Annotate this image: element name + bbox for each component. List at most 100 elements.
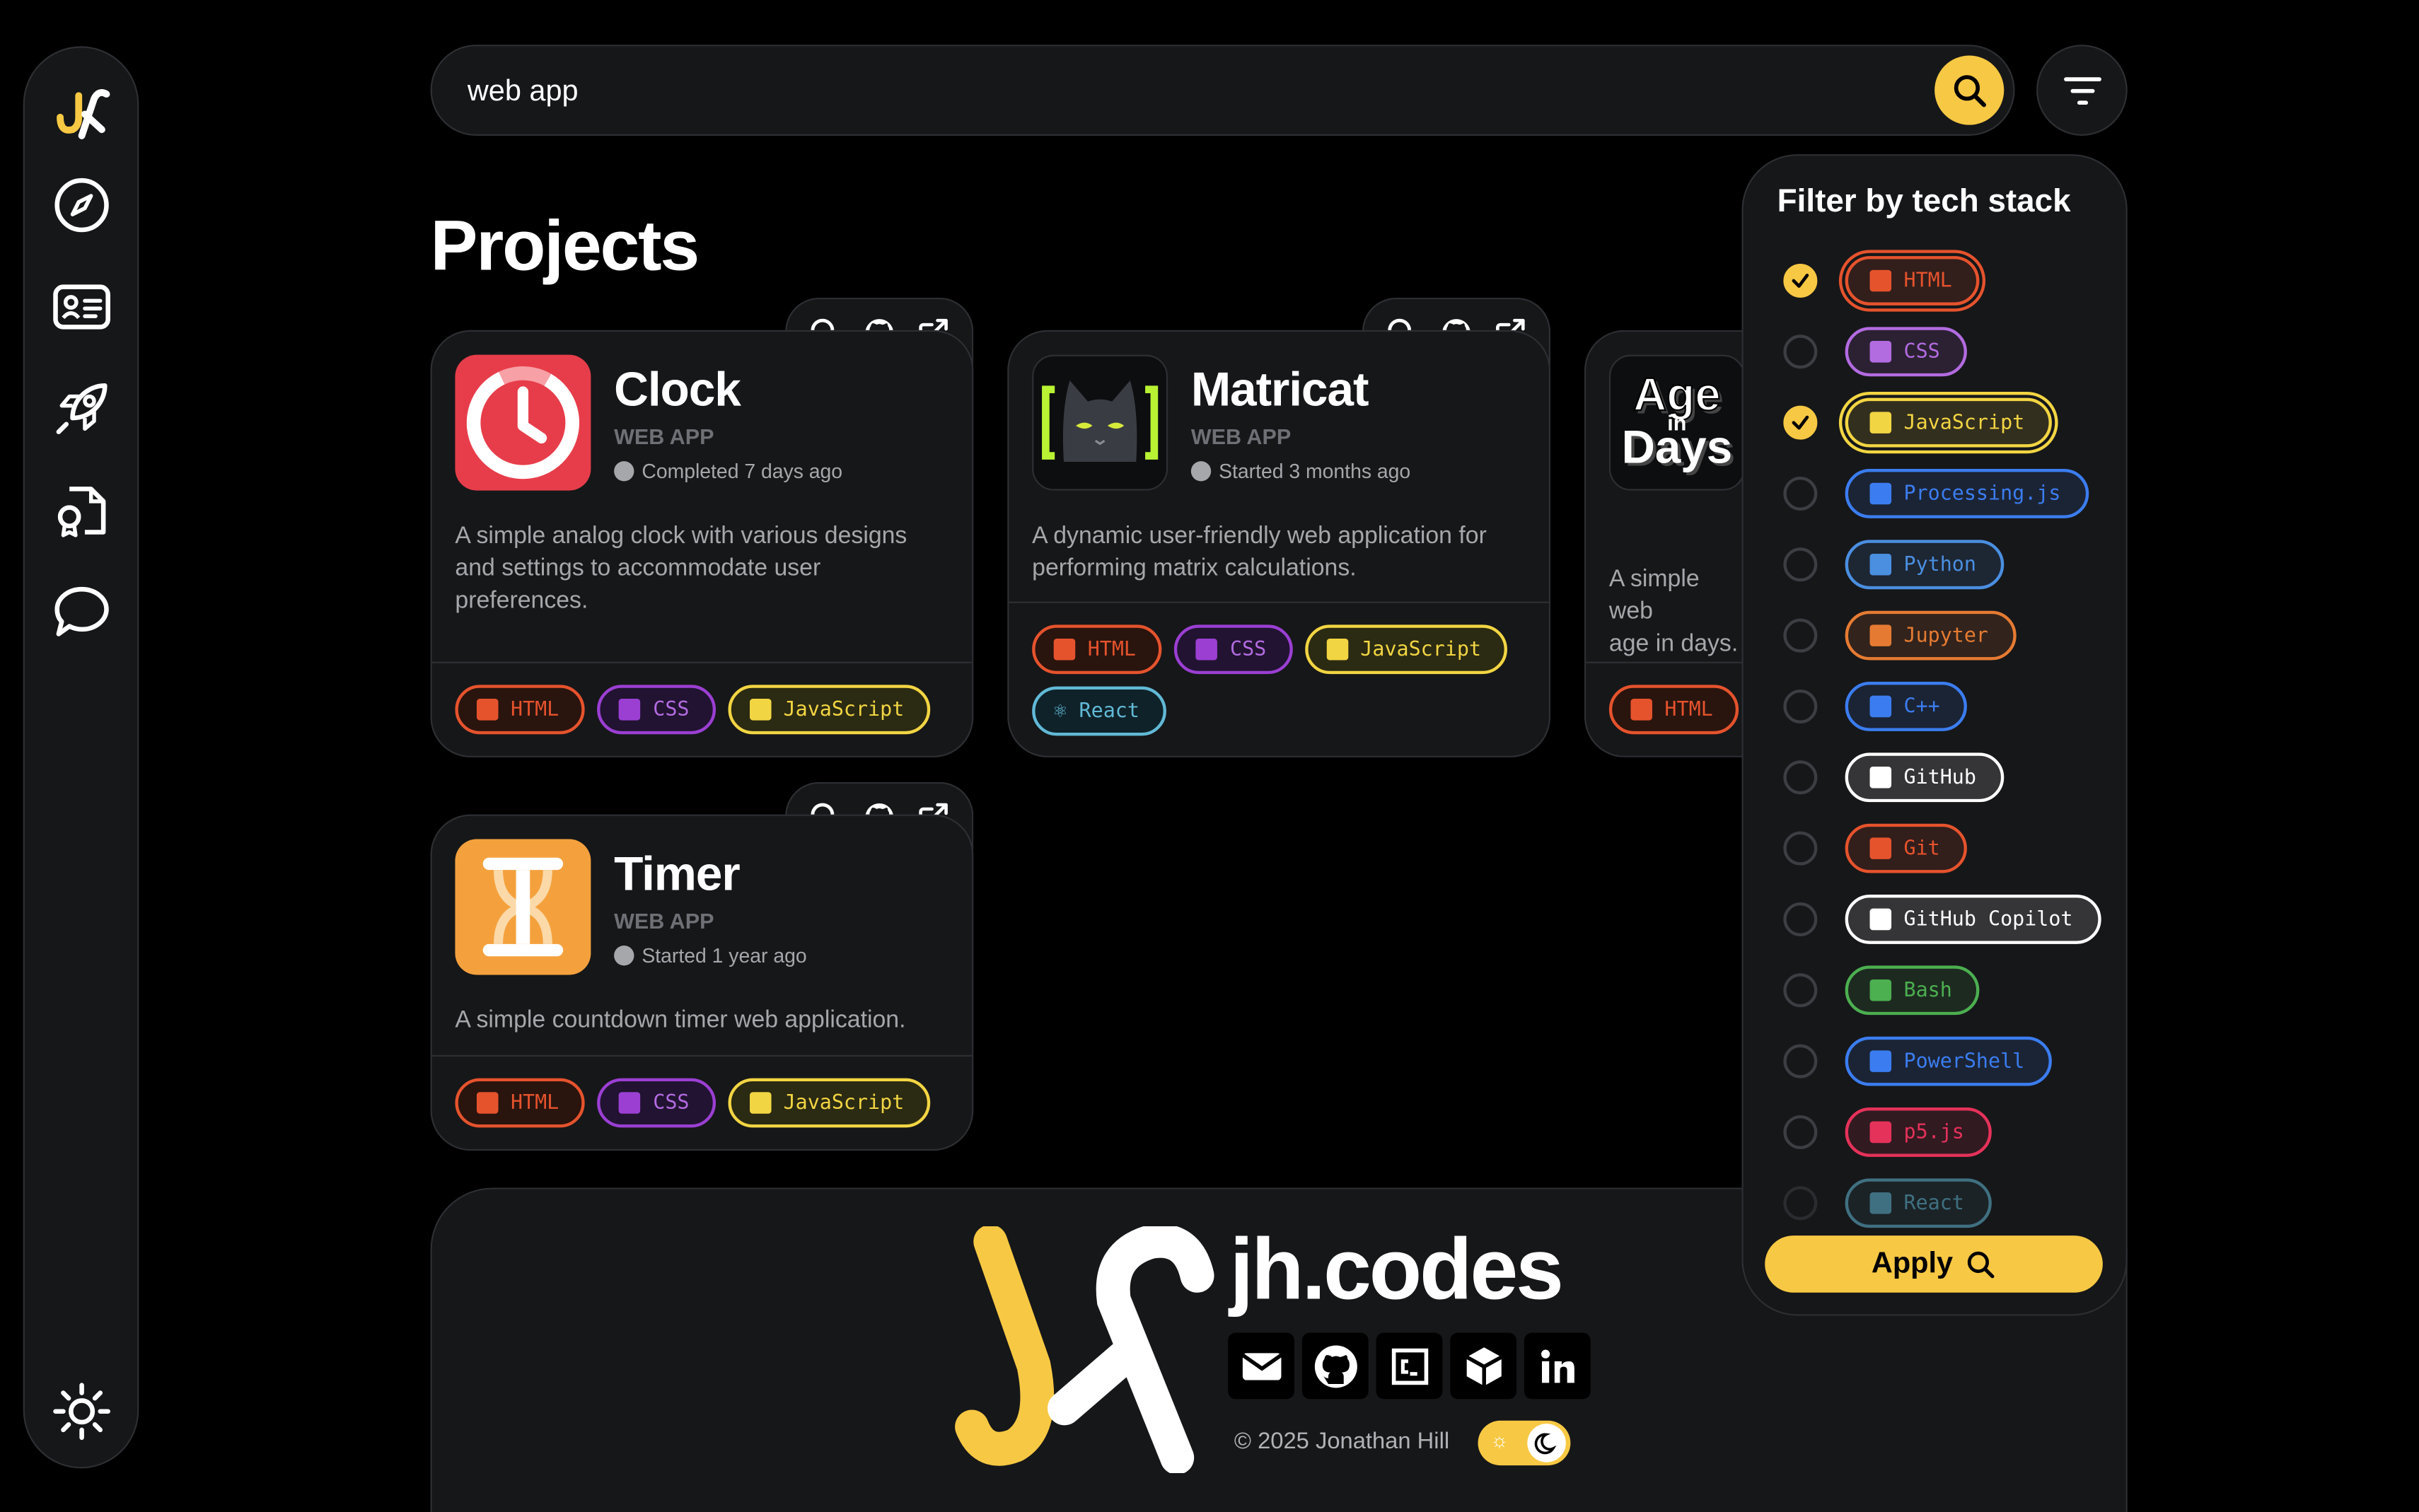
project-type: WEB APP (614, 908, 714, 934)
unchecked-circle[interactable] (1783, 973, 1818, 1008)
tag-html[interactable]: HTML (455, 685, 586, 735)
codepen-icon[interactable] (1376, 1332, 1443, 1400)
filter-option[interactable]: GitHub (1783, 748, 2005, 807)
copyright: © 2025 Jonathan Hill (1234, 1428, 1450, 1455)
project-card[interactable]: Matricat WEB APP Started 3 months ago A … (1007, 330, 1551, 757)
project-name[interactable]: Timer (614, 847, 741, 902)
unchecked-circle[interactable] (1783, 689, 1818, 723)
tech-icon (1869, 482, 1892, 505)
logo-icon[interactable] (46, 76, 117, 146)
filter-option[interactable]: Processing.js (1783, 465, 2089, 523)
unchecked-circle[interactable] (1783, 760, 1818, 795)
tag-javascript[interactable]: JavaScript (1304, 624, 1508, 675)
clock-icon (614, 946, 634, 966)
javascript-icon (749, 1092, 772, 1114)
filter-option[interactable]: Bash (1783, 961, 1980, 1020)
filter-option[interactable]: JavaScript (1783, 393, 2053, 452)
certificate-file-icon[interactable] (46, 475, 117, 546)
filter-option[interactable]: C++ (1783, 678, 1968, 736)
filter-option[interactable]: GitHub Copilot (1783, 890, 2101, 949)
tech-icon (1869, 1050, 1892, 1072)
tag-css[interactable]: CSS (597, 1078, 716, 1128)
checked-circle-icon[interactable] (1783, 405, 1818, 440)
search-button[interactable] (1934, 55, 2005, 125)
id-card-icon[interactable] (46, 272, 117, 342)
filter-option[interactable]: HTML (1783, 252, 1980, 310)
timer-thumbnail (455, 839, 591, 975)
page-title: Projects (430, 205, 700, 286)
filter-tag-github-copilot[interactable]: GitHub Copilot (1845, 895, 2101, 944)
filter-tag-powershell[interactable]: PowerShell (1845, 1036, 2053, 1086)
codesandbox-icon[interactable] (1450, 1332, 1517, 1400)
email-icon[interactable] (1228, 1332, 1294, 1400)
filter-option[interactable]: Git (1783, 819, 1968, 878)
apply-filter-button[interactable]: Apply (1765, 1235, 2103, 1293)
checked-circle-icon[interactable] (1783, 263, 1818, 298)
project-card[interactable]: Clock WEB APP Completed 7 days ago A sim… (430, 330, 974, 757)
unchecked-circle[interactable] (1783, 831, 1818, 866)
tag-css[interactable]: CSS (597, 685, 716, 735)
project-description: A simple web age in days. (1608, 566, 1739, 658)
unchecked-circle[interactable] (1783, 1186, 1818, 1221)
unchecked-circle[interactable] (1783, 1115, 1818, 1149)
tag-javascript[interactable]: JavaScript (728, 1078, 931, 1128)
filter-tag-github[interactable]: GitHub (1845, 752, 2005, 803)
compass-icon[interactable] (46, 170, 117, 240)
project-name[interactable]: Matricat (1191, 363, 1369, 419)
tech-icon (1869, 1192, 1892, 1214)
clock-icon (1190, 461, 1212, 482)
filter-option[interactable]: CSS (1783, 322, 1968, 381)
tag-list: HTML CSS JavaScript (455, 1078, 949, 1128)
project-type: WEB APP (614, 424, 714, 449)
project-card[interactable]: Timer WEB APP Started 1 year ago A simpl… (430, 814, 974, 1151)
filter-option[interactable]: Jupyter (1783, 606, 2017, 665)
theme-toggle[interactable]: ☼ (1478, 1420, 1571, 1466)
tag-css[interactable]: CSS (1174, 624, 1293, 675)
filter-tag-javascript[interactable]: JavaScript (1845, 397, 2053, 448)
tech-icon (1869, 269, 1892, 292)
filter-tag-html[interactable]: HTML (1845, 256, 1980, 306)
unchecked-circle[interactable] (1783, 335, 1818, 369)
tag-javascript[interactable]: JavaScript (728, 685, 931, 735)
tag-html[interactable]: HTML (1608, 685, 1739, 735)
unchecked-circle[interactable] (1783, 902, 1818, 936)
filter-tag-git[interactable]: Git (1845, 823, 1968, 873)
filter-toggle-button[interactable] (2036, 45, 2128, 136)
css-icon (619, 699, 641, 721)
filter-tag-jupyter[interactable]: Jupyter (1845, 610, 2017, 661)
react-icon: ⚛ (1053, 699, 1067, 723)
filter-tag-python[interactable]: Python (1845, 540, 2005, 590)
filter-tag-css[interactable]: CSS (1845, 327, 1968, 377)
sun-icon[interactable] (46, 1376, 117, 1447)
age-in-days-thumbnail: Age in Days (1608, 354, 1745, 491)
divider (1009, 601, 1549, 603)
unchecked-circle[interactable] (1783, 618, 1818, 653)
rocket-icon[interactable] (46, 373, 117, 444)
tag-html[interactable]: HTML (1032, 624, 1163, 675)
unchecked-circle[interactable] (1783, 476, 1818, 511)
tag-html[interactable]: HTML (455, 1078, 586, 1128)
filter-tag-bash[interactable]: Bash (1845, 965, 1980, 1016)
project-name[interactable]: Clock (614, 363, 741, 419)
filter-tag-processing-js[interactable]: Processing.js (1845, 469, 2089, 518)
filter-panel: Filter by tech stack HTML CSS JavaScript Pr… (1741, 154, 2128, 1316)
filter-option[interactable]: Python (1783, 535, 2005, 594)
filter-tag-react[interactable]: React (1845, 1178, 1992, 1228)
filter-tag-c-[interactable]: C++ (1845, 682, 1968, 731)
tag-react[interactable]: ⚛ React (1032, 686, 1166, 736)
search-icon (1967, 1250, 1995, 1278)
github-icon[interactable] (1301, 1332, 1369, 1400)
unchecked-circle[interactable] (1783, 547, 1818, 582)
unchecked-circle[interactable] (1783, 1044, 1818, 1078)
project-description: A dynamic user-friendly web application … (1032, 523, 1487, 582)
project-description: A simple analog clock with various desig… (455, 523, 907, 615)
search-input[interactable]: web app (468, 76, 579, 110)
filter-option[interactable]: p5.js (1783, 1103, 1992, 1162)
filter-option[interactable]: PowerShell (1783, 1032, 2053, 1091)
filter-tag-p5-js[interactable]: p5.js (1845, 1107, 1992, 1157)
linkedin-icon[interactable] (1524, 1332, 1591, 1400)
chat-bubble-icon[interactable] (46, 577, 117, 648)
project-description: A simple countdown timer web application… (455, 1007, 906, 1034)
filter-option[interactable]: React (1783, 1174, 1992, 1233)
search-bar[interactable]: web app (430, 45, 2015, 136)
